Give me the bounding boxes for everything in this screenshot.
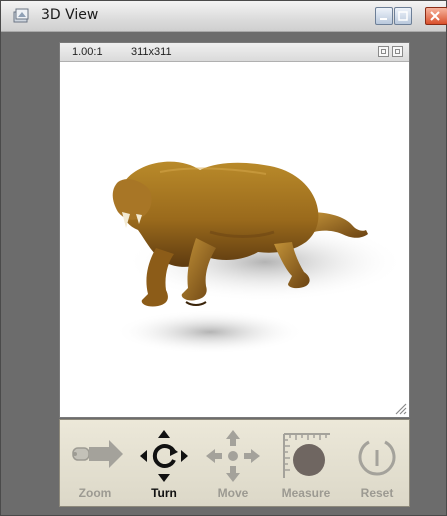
zoom-tool-label: Zoom bbox=[78, 486, 112, 500]
move-tool-button[interactable]: Move bbox=[198, 420, 268, 508]
measure-tool-button[interactable]: Measure bbox=[268, 420, 344, 508]
reset-power-icon bbox=[358, 440, 396, 476]
3d-view-window: 3D View 1.00:1 311x311 Zoom Turn Move Me… bbox=[0, 0, 447, 516]
resize-grip-icon[interactable] bbox=[393, 401, 407, 415]
window-app-icon bbox=[13, 8, 29, 24]
close-icon bbox=[430, 11, 440, 21]
reset-tool-button[interactable]: Reset bbox=[344, 420, 410, 508]
reset-tool-label: Reset bbox=[360, 486, 394, 500]
zoom-slider-icon bbox=[72, 440, 123, 468]
close-button[interactable] bbox=[425, 7, 447, 25]
zoom-ratio-readout: 1.00:1 bbox=[72, 46, 103, 58]
turn-tool-button[interactable]: Turn bbox=[130, 420, 198, 508]
minimize-icon bbox=[380, 18, 387, 20]
move-tool-label: Move bbox=[217, 486, 249, 500]
model-canvas[interactable] bbox=[60, 62, 409, 417]
viewport-dimensions: 311x311 bbox=[131, 46, 172, 58]
window-title: 3D View bbox=[41, 7, 99, 23]
minimize-button[interactable] bbox=[375, 7, 393, 25]
navigation-toolbar: Zoom Turn Move Measure Reset bbox=[59, 419, 410, 507]
measure-icon bbox=[283, 433, 330, 478]
viewport-status-bar: 1.00:1 311x311 bbox=[60, 43, 409, 62]
zoom-tool-button[interactable]: Zoom bbox=[60, 420, 130, 508]
rotate-arrows-icon bbox=[140, 430, 188, 482]
move-arrows-icon bbox=[206, 430, 260, 482]
turn-tool-label: Turn bbox=[151, 486, 177, 500]
3d-viewport[interactable]: 1.00:1 311x311 bbox=[59, 42, 410, 418]
title-bar[interactable]: 3D View bbox=[1, 1, 447, 32]
measure-tool-label: Measure bbox=[281, 486, 331, 500]
maximize-icon bbox=[398, 11, 408, 21]
maximize-button[interactable] bbox=[394, 7, 412, 25]
viewport-restore-button[interactable] bbox=[378, 46, 389, 57]
dinosaur-model bbox=[112, 161, 405, 354]
viewport-maximize-button[interactable] bbox=[392, 46, 403, 57]
